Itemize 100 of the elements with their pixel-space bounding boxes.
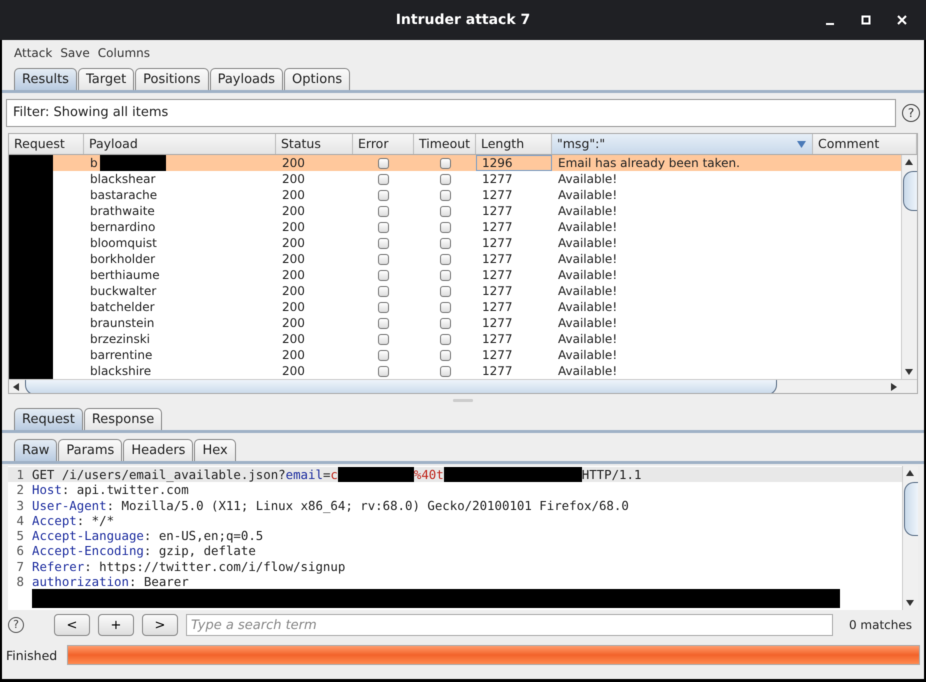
tab[interactable]: Raw bbox=[14, 439, 58, 461]
search-nav-button[interactable]: + bbox=[98, 614, 134, 636]
column-header[interactable]: Comment bbox=[813, 134, 917, 154]
column-header[interactable]: Payload bbox=[84, 134, 276, 154]
code-text: Accept-Encoding: gzip, deflate bbox=[32, 543, 256, 559]
scroll-down-icon[interactable] bbox=[906, 600, 914, 606]
checkbox[interactable] bbox=[440, 238, 450, 248]
splitter-handle[interactable] bbox=[453, 398, 473, 402]
checkbox[interactable] bbox=[378, 222, 389, 232]
tab[interactable]: Positions bbox=[135, 68, 209, 90]
scroll-left-icon[interactable] bbox=[13, 383, 19, 391]
result-row[interactable]: b 200 1296 Email has already been taken. bbox=[9, 155, 901, 171]
checkbox[interactable] bbox=[440, 254, 450, 264]
scroll-up-icon[interactable] bbox=[905, 159, 913, 165]
menu-item[interactable]: Save bbox=[60, 44, 90, 62]
help-icon[interactable]: ? bbox=[8, 617, 24, 633]
tab[interactable]: Params bbox=[58, 439, 122, 461]
result-row[interactable]: barrentine 200 1277 Available! bbox=[9, 347, 901, 363]
checkbox[interactable] bbox=[378, 334, 389, 344]
result-row[interactable]: borkholder 200 1277 Available! bbox=[9, 251, 901, 267]
checkbox[interactable] bbox=[378, 318, 389, 328]
vertical-scrollbar[interactable] bbox=[901, 155, 917, 379]
code-text: Accept-Language: en-US,en;q=0.5 bbox=[32, 528, 264, 544]
tab[interactable]: Target bbox=[78, 68, 134, 90]
result-row[interactable]: berthiaume 200 1277 Available! bbox=[9, 267, 901, 283]
result-row[interactable]: bernardino 200 1277 Available! bbox=[9, 219, 901, 235]
table-cell: 1277 bbox=[482, 283, 513, 299]
close-icon[interactable] bbox=[896, 14, 908, 26]
result-row[interactable]: batchelder 200 1277 Available! bbox=[9, 299, 901, 315]
checkbox[interactable] bbox=[440, 302, 450, 312]
checkbox[interactable] bbox=[378, 158, 389, 168]
tab[interactable]: Payloads bbox=[210, 68, 284, 90]
scroll-down-icon[interactable] bbox=[905, 369, 913, 375]
checkbox[interactable] bbox=[440, 190, 450, 200]
result-row[interactable]: bloomquist 200 1277 Available! bbox=[9, 235, 901, 251]
table-cell: Available! bbox=[558, 331, 618, 347]
scroll-up-icon[interactable] bbox=[906, 470, 914, 476]
checkbox[interactable] bbox=[440, 334, 450, 344]
checkbox[interactable] bbox=[440, 366, 450, 376]
scroll-thumb[interactable] bbox=[903, 171, 917, 211]
search-nav-button[interactable]: > bbox=[142, 614, 178, 636]
column-header[interactable]: Error bbox=[353, 134, 414, 154]
scroll-thumb[interactable] bbox=[904, 482, 918, 536]
filter-bar[interactable]: Filter: Showing all items bbox=[6, 99, 896, 127]
horizontal-scrollbar[interactable] bbox=[9, 379, 917, 393]
scroll-right-icon[interactable] bbox=[891, 383, 897, 391]
checkbox[interactable] bbox=[378, 174, 389, 184]
result-row[interactable]: braunstein 200 1277 Available! bbox=[9, 315, 901, 331]
search-nav-button[interactable]: < bbox=[54, 614, 90, 636]
code-text: Host: api.twitter.com bbox=[32, 482, 189, 498]
checkbox[interactable] bbox=[440, 158, 450, 168]
menu-item[interactable]: Columns bbox=[98, 44, 150, 62]
checkbox[interactable] bbox=[440, 350, 450, 360]
table-cell: Available! bbox=[558, 299, 618, 315]
result-row[interactable]: brathwaite 200 1277 Available! bbox=[9, 203, 901, 219]
checkbox[interactable] bbox=[378, 206, 389, 216]
checkbox[interactable] bbox=[378, 238, 389, 248]
checkbox[interactable] bbox=[440, 222, 450, 232]
table-cell: 1277 bbox=[482, 331, 513, 347]
help-icon[interactable]: ? bbox=[902, 104, 920, 122]
checkbox[interactable] bbox=[378, 286, 389, 296]
tab[interactable]: Hex bbox=[194, 439, 236, 461]
menu-item[interactable]: Attack bbox=[14, 44, 52, 62]
tab[interactable]: Request bbox=[14, 408, 83, 430]
table-cell: blackshear bbox=[90, 171, 156, 187]
tab[interactable]: Headers bbox=[123, 439, 194, 461]
checkbox[interactable] bbox=[378, 270, 389, 280]
table-cell: Available! bbox=[558, 171, 618, 187]
column-header[interactable]: Request bbox=[9, 134, 84, 154]
checkbox[interactable] bbox=[378, 366, 389, 376]
checkbox[interactable] bbox=[440, 286, 450, 296]
scroll-thumb[interactable] bbox=[25, 380, 777, 393]
checkbox[interactable] bbox=[440, 174, 450, 184]
checkbox[interactable] bbox=[378, 254, 389, 264]
table-cell: 1277 bbox=[482, 171, 513, 187]
result-row[interactable]: buckwalter 200 1277 Available! bbox=[9, 283, 901, 299]
result-row[interactable]: blackshire 200 1277 Available! bbox=[9, 363, 901, 379]
result-row[interactable]: blackshear 200 1277 Available! bbox=[9, 171, 901, 187]
column-header[interactable]: "msg":" bbox=[552, 134, 813, 154]
tab[interactable]: Results bbox=[14, 68, 77, 90]
table-cell: batchelder bbox=[90, 299, 155, 315]
table-cell: Available! bbox=[558, 235, 618, 251]
column-header[interactable]: Status bbox=[276, 134, 353, 154]
tab[interactable]: Response bbox=[84, 408, 162, 430]
checkbox[interactable] bbox=[378, 350, 389, 360]
table-cell: braunstein bbox=[90, 315, 154, 331]
maximize-icon[interactable] bbox=[860, 14, 872, 26]
checkbox[interactable] bbox=[378, 190, 389, 200]
line-number: 1 bbox=[16, 467, 25, 482]
checkbox[interactable] bbox=[440, 270, 450, 280]
table-cell: buckwalter bbox=[90, 283, 156, 299]
search-field[interactable]: Type a search term bbox=[186, 614, 833, 636]
checkbox[interactable] bbox=[378, 302, 389, 312]
tab[interactable]: Options bbox=[284, 68, 350, 90]
result-row[interactable]: brzezinski 200 1277 Available! bbox=[9, 331, 901, 347]
code-text: GET /i/users/email_available.json?email=c bbox=[32, 467, 338, 482]
column-header[interactable]: Timeout bbox=[414, 134, 476, 154]
checkbox[interactable] bbox=[440, 206, 450, 216]
checkbox[interactable] bbox=[440, 318, 450, 328]
result-row[interactable]: bastarache 200 1277 Available! bbox=[9, 187, 901, 203]
